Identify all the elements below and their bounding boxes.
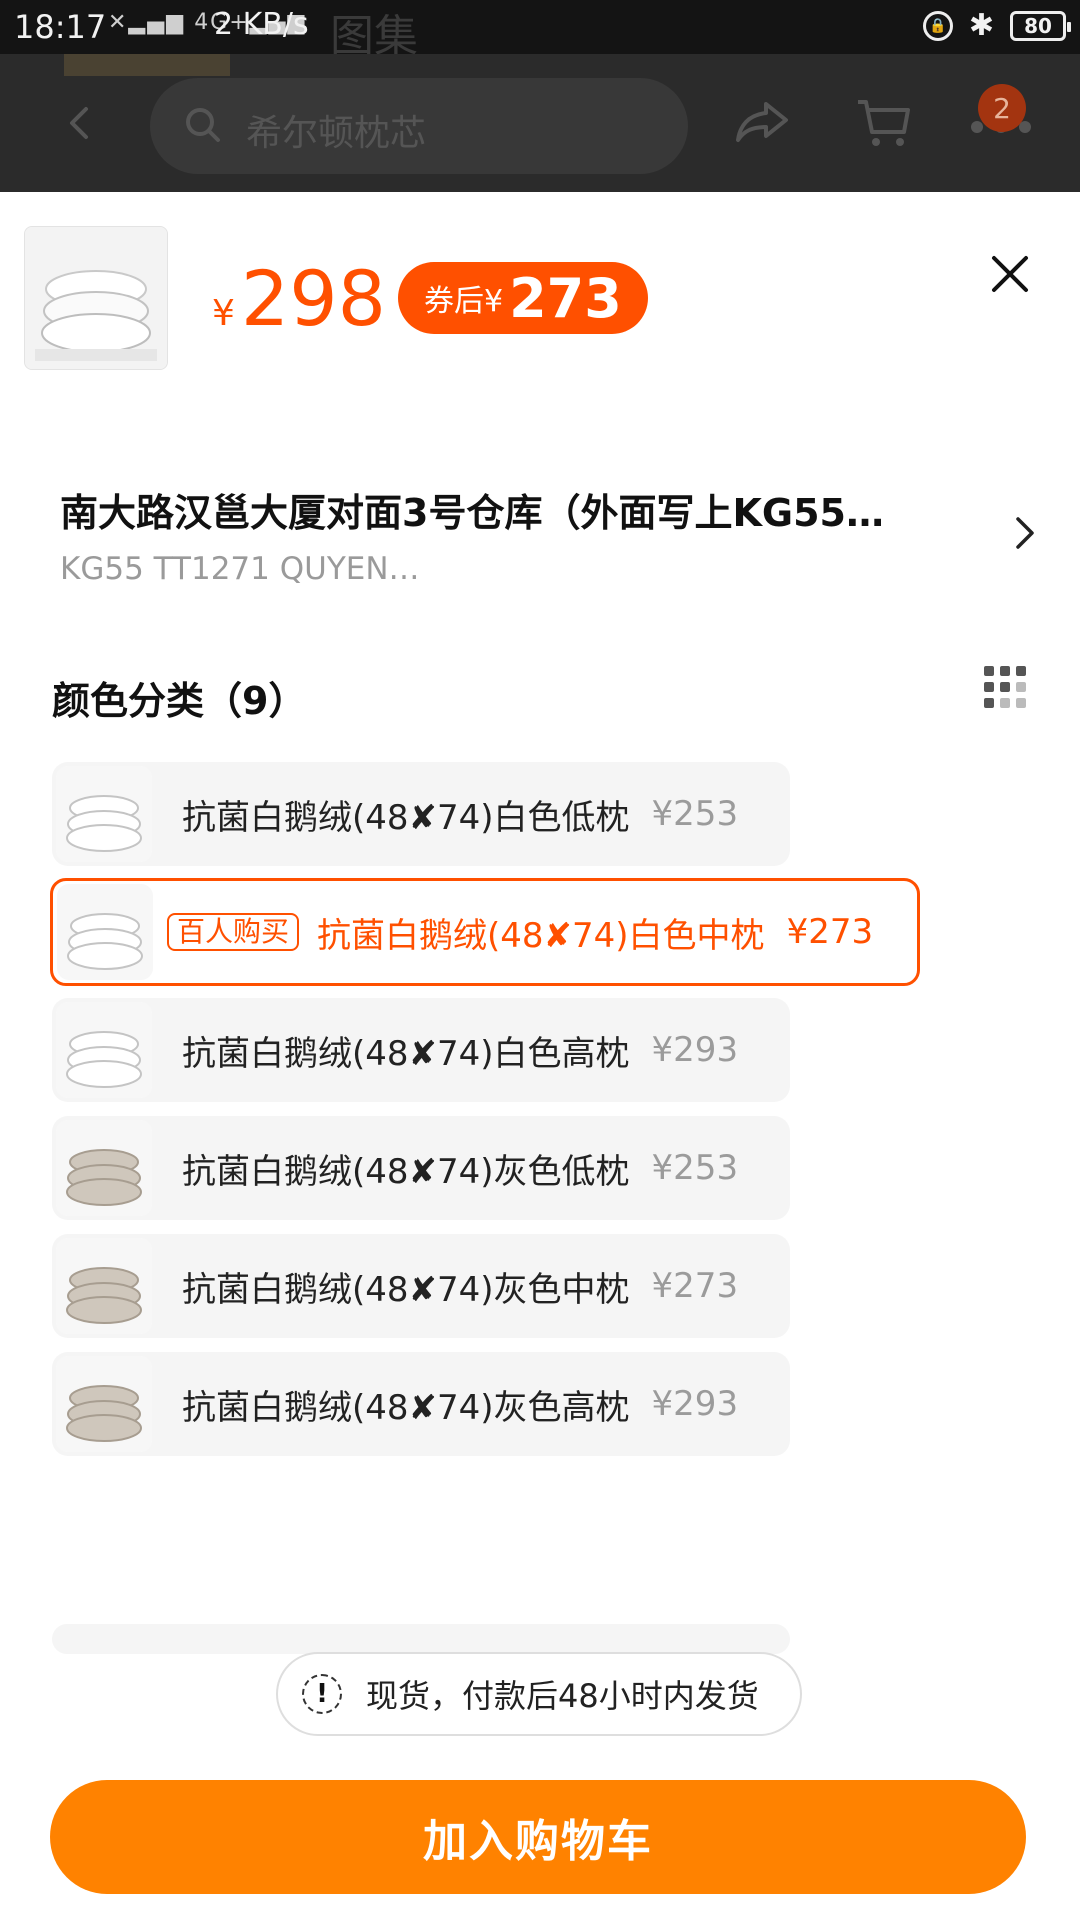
option-price: ¥253 [651,794,739,834]
pillow-image [56,766,152,862]
product-nav-overlay: 希尔顿枕芯 2 [0,54,1080,192]
address-line-1: 南大路汉邕大厦对面3号仓库（外面写上KG55… [60,491,884,535]
grid-view-icon[interactable] [984,666,1028,710]
search-icon [186,108,220,142]
price-value: 298 [240,254,386,343]
list-item-partial[interactable] [52,1624,790,1654]
close-icon[interactable] [990,254,1030,294]
option-name: 抗菌白鹅绒(48✘74)灰色高枕 [182,1387,630,1428]
option-price: ¥273 [651,1266,739,1306]
option-name: 抗菌白鹅绒(48✘74)灰色中枕 [182,1269,630,1310]
color-category-title: 颜色分类（9） [52,679,307,723]
coupon-price: 273 [509,266,622,330]
pillow-image [25,227,167,369]
option-name: 抗菌白鹅绒(48✘74)灰色低枕 [182,1151,630,1192]
option-name: 抗菌白鹅绒(48✘74)白色中枕 [317,915,765,956]
network-speed: 2 KB/s [214,7,309,42]
current-price: ¥ 298 [212,254,386,343]
color-option[interactable]: 抗菌白鹅绒(48✘74)灰色中枕 ¥273 [52,1234,790,1338]
cart-icon[interactable] [856,98,912,150]
add-to-cart-button[interactable]: 加入购物车 [50,1780,1026,1894]
option-thumbnail [56,1002,152,1098]
color-option[interactable]: 抗菌白鹅绒(48✘74)灰色高枕 ¥293 [52,1352,790,1456]
coupon-label: 券后¥ [424,284,504,319]
color-option[interactable]: 抗菌白鹅绒(48✘74)灰色低枕 ¥253 [52,1116,790,1220]
search-input[interactable]: 希尔顿枕芯 [150,78,688,174]
sku-selection-sheet: ¥ 298 券后¥ 273 南大路汉邕大厦对面3号仓库（外面写上KG55… KG… [0,192,1080,1920]
address-line-2: KG55 TT1271 QUYEN… [60,551,420,587]
status-bar: 18:17 ✕▂▄▆ 4G+▂▄▆ 2 KB/s 图集 🔒 ✱ 80 [0,0,1080,62]
share-icon[interactable] [734,100,790,144]
shipping-notice-text: 现货，付款后48小时内发货 [366,1677,759,1715]
option-price: ¥253 [651,1148,739,1188]
option-thumbnail [56,1356,152,1452]
color-option[interactable]: 抗菌白鹅绒(48✘74)白色高枕 ¥293 [52,998,790,1102]
option-name: 抗菌白鹅绒(48✘74)白色高枕 [182,1033,630,1074]
option-thumbnail [56,766,152,862]
battery-icon: 80 [1010,10,1071,41]
pillow-image [56,1002,152,1098]
status-right: 🔒 ✱ 80 [922,8,1071,43]
popular-tag: 百人购买 [167,913,300,951]
rotation-lock-icon: 🔒 [922,10,953,41]
pillow-image [56,1356,152,1452]
shipping-address[interactable]: 南大路汉邕大厦对面3号仓库（外面写上KG55… KG55 TT1271 QUYE… [60,482,1000,587]
search-placeholder: 希尔顿枕芯 [246,113,427,154]
option-thumbnail [56,1238,152,1334]
option-thumbnail [57,884,153,980]
color-option[interactable]: 抗菌白鹅绒(48✘74)白色低枕 ¥253 [52,762,790,866]
option-price: ¥293 [651,1384,739,1424]
price-currency: ¥ [212,293,235,334]
option-price: ¥293 [651,1030,739,1070]
option-name: 抗菌白鹅绒(48✘74)白色低枕 [182,797,630,838]
cart-count-badge: 2 [978,84,1026,132]
info-icon: ! [302,1674,342,1714]
shop-logo [64,54,230,76]
pillow-image [57,884,153,980]
shipping-notice: ! 现货，付款后48小时内发货 [276,1652,802,1736]
color-option[interactable]: 百人购买 抗菌白鹅绒(48✘74)白色中枕 ¥273 [50,878,920,986]
status-time: 18:17 [14,8,107,46]
back-icon[interactable] [62,106,96,140]
product-thumbnail[interactable] [24,226,168,370]
pillow-image [56,1238,152,1334]
coupon-price-badge: 券后¥ 273 [398,262,648,334]
chevron-right-icon[interactable] [1014,516,1036,550]
option-price: ¥273 [786,912,874,952]
pillow-image [56,1120,152,1216]
battery-level: 80 [1024,13,1052,38]
bluetooth-icon: ✱ [968,8,994,43]
option-thumbnail [56,1120,152,1216]
